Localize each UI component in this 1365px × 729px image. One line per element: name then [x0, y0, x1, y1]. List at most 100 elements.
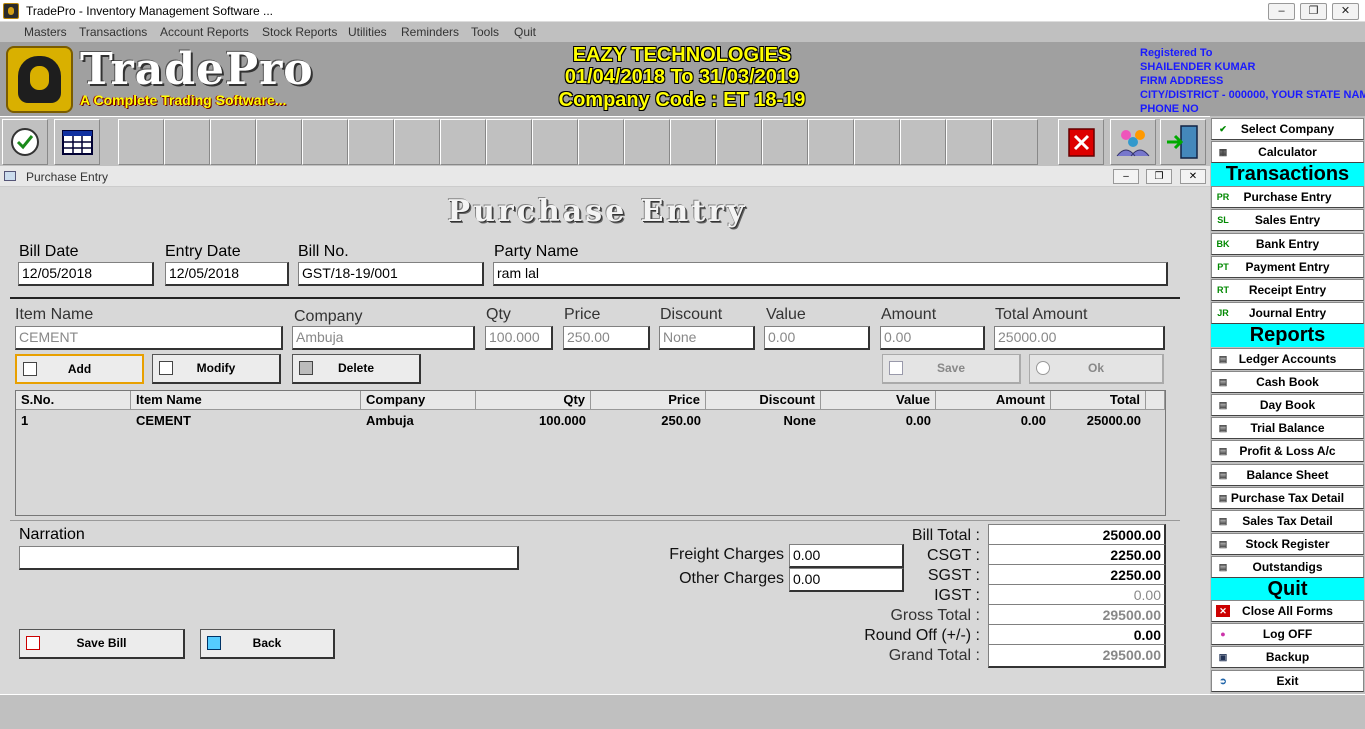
sidebar-select-company[interactable]: ✔ Select Company	[1211, 118, 1364, 140]
add-button[interactable]: Add	[15, 354, 144, 384]
party-name-field[interactable]: ram lal	[493, 262, 1168, 286]
sidebar-bank-entry[interactable]: BK Bank Entry	[1211, 233, 1364, 255]
sidebar-ledger-accounts[interactable]: ▤ Ledger Accounts	[1211, 348, 1364, 370]
sidebar: ✔ Select Company ▦ Calculator Transactions…	[1210, 116, 1365, 694]
toolbar-slot[interactable]	[854, 119, 900, 165]
sidebar-purchase-tax-detail[interactable]: ▤ Purchase Tax Detail	[1211, 487, 1364, 509]
sidebar-receipt-entry[interactable]: RT Receipt Entry	[1211, 279, 1364, 301]
toolbar-slot[interactable]	[762, 119, 808, 165]
child-close-button[interactable]: ✕	[1180, 169, 1206, 184]
sidebar-journal-entry[interactable]: JR Journal Entry	[1211, 302, 1364, 324]
menu-utilities[interactable]: Utilities	[348, 25, 387, 39]
toolbar-slot[interactable]	[440, 119, 486, 165]
child-restore-button[interactable]: ❐	[1146, 169, 1172, 184]
col-price[interactable]: Price	[591, 391, 706, 410]
col-company[interactable]: Company	[361, 391, 476, 410]
menu-stock-reports[interactable]: Stock Reports	[262, 25, 337, 39]
toolbar-slot[interactable]	[348, 119, 394, 165]
entry-date-field[interactable]: 12/05/2018	[165, 262, 289, 286]
toolbar-slot[interactable]	[164, 119, 210, 165]
company-code: Company Code : ET 18-19	[558, 89, 806, 111]
report-icon: ▤	[1218, 516, 1228, 526]
sidebar-backup[interactable]: ▣ Backup	[1211, 646, 1364, 668]
toolbar-slot[interactable]	[670, 119, 716, 165]
sidebar-day-book[interactable]: ▤ Day Book	[1211, 394, 1364, 416]
toolbar-slot[interactable]	[394, 119, 440, 165]
toolbar-slot[interactable]	[210, 119, 256, 165]
toolbar-slot[interactable]	[624, 119, 670, 165]
restore-button[interactable]: ❐	[1300, 3, 1327, 20]
col-item-name[interactable]: Item Name	[131, 391, 361, 410]
app-icon	[3, 3, 19, 19]
toolbar-slot[interactable]	[900, 119, 946, 165]
sidebar-outstandings[interactable]: ▤ Outstandigs	[1211, 556, 1364, 578]
sidebar-balance-sheet[interactable]: ▤ Balance Sheet	[1211, 464, 1364, 486]
items-grid[interactable]: S.No. Item Name Company Qty Price Discou…	[15, 390, 1166, 516]
grand-total-field[interactable]: 29500.00	[988, 644, 1166, 668]
menu-transactions[interactable]: Transactions	[79, 25, 147, 39]
toolbar-slot[interactable]	[992, 119, 1038, 165]
ok-button[interactable]: Ok	[1029, 354, 1164, 384]
back-button[interactable]: Back	[200, 629, 335, 659]
sidebar-sales-tax-detail[interactable]: ▤ Sales Tax Detail	[1211, 510, 1364, 532]
exit-icon: ➲	[1219, 676, 1227, 686]
narration-field[interactable]	[19, 546, 519, 570]
toolbar-slot[interactable]	[302, 119, 348, 165]
report-icon: ▤	[1218, 400, 1228, 410]
col-total[interactable]: Total	[1051, 391, 1146, 410]
sidebar-payment-entry[interactable]: PT Payment Entry	[1211, 256, 1364, 278]
calculator-icon: ▦	[1218, 147, 1228, 157]
sidebar-stock-register[interactable]: ▤ Stock Register	[1211, 533, 1364, 555]
toolbar-users-button[interactable]	[1110, 119, 1156, 165]
toolbar-slot[interactable]	[256, 119, 302, 165]
toolbar-check-button[interactable]	[2, 119, 48, 165]
total-amount-field[interactable]: 25000.00	[994, 326, 1165, 350]
delete-button[interactable]: Delete	[292, 354, 421, 384]
toolbar-slot[interactable]	[946, 119, 992, 165]
sidebar-exit[interactable]: ➲ Exit	[1211, 670, 1364, 692]
bill-no-field[interactable]: GST/18-19/001	[298, 262, 484, 286]
minimize-button[interactable]: –	[1268, 3, 1295, 20]
company-field[interactable]: Ambuja	[292, 326, 475, 350]
sidebar-trial-balance[interactable]: ▤ Trial Balance	[1211, 417, 1364, 439]
col-qty[interactable]: Qty	[476, 391, 591, 410]
save-bill-button[interactable]: Save Bill	[19, 629, 185, 659]
menu-account-reports[interactable]: Account Reports	[160, 25, 249, 39]
sidebar-close-all-forms[interactable]: ✕ Close All Forms	[1211, 600, 1364, 622]
col-discount[interactable]: Discount	[706, 391, 821, 410]
toolbar-slot[interactable]	[716, 119, 762, 165]
save-item-button[interactable]: Save	[882, 354, 1021, 384]
value-field[interactable]: 0.00	[764, 326, 870, 350]
menu-tools[interactable]: Tools	[471, 25, 499, 39]
bill-date-field[interactable]: 12/05/2018	[18, 262, 154, 286]
toolbar-slot[interactable]	[118, 119, 164, 165]
toolbar-table-button[interactable]	[54, 119, 100, 165]
col-sno[interactable]: S.No.	[16, 391, 131, 410]
price-field[interactable]: 250.00	[563, 326, 650, 350]
col-amount[interactable]: Amount	[936, 391, 1051, 410]
toolbar-slot[interactable]	[486, 119, 532, 165]
toolbar-slot[interactable]	[578, 119, 624, 165]
menu-masters[interactable]: Masters	[24, 25, 67, 39]
close-button[interactable]: ✕	[1332, 3, 1359, 20]
modify-button[interactable]: Modify	[152, 354, 281, 384]
value-label: Value	[766, 306, 806, 323]
sidebar-calculator[interactable]: ▦ Calculator	[1211, 141, 1364, 163]
toolbar-exit-button[interactable]	[1160, 119, 1206, 165]
menu-quit[interactable]: Quit	[514, 25, 536, 39]
toolbar-slot[interactable]	[808, 119, 854, 165]
toolbar-slot[interactable]	[532, 119, 578, 165]
amount-field[interactable]: 0.00	[880, 326, 985, 350]
col-value[interactable]: Value	[821, 391, 936, 410]
menu-reminders[interactable]: Reminders	[401, 25, 459, 39]
sidebar-profit-loss[interactable]: ▤ Profit & Loss A/c	[1211, 440, 1364, 462]
item-name-field[interactable]: CEMENT	[15, 326, 283, 350]
discount-select[interactable]: None	[659, 326, 755, 350]
qty-field[interactable]: 100.000	[485, 326, 553, 350]
sidebar-log-off[interactable]: ● Log OFF	[1211, 623, 1364, 645]
sidebar-purchase-entry[interactable]: PR Purchase Entry	[1211, 186, 1364, 208]
child-minimize-button[interactable]: –	[1113, 169, 1139, 184]
toolbar-close-button[interactable]	[1058, 119, 1104, 165]
sidebar-cash-book[interactable]: ▤ Cash Book	[1211, 371, 1364, 393]
sidebar-sales-entry[interactable]: SL Sales Entry	[1211, 209, 1364, 231]
